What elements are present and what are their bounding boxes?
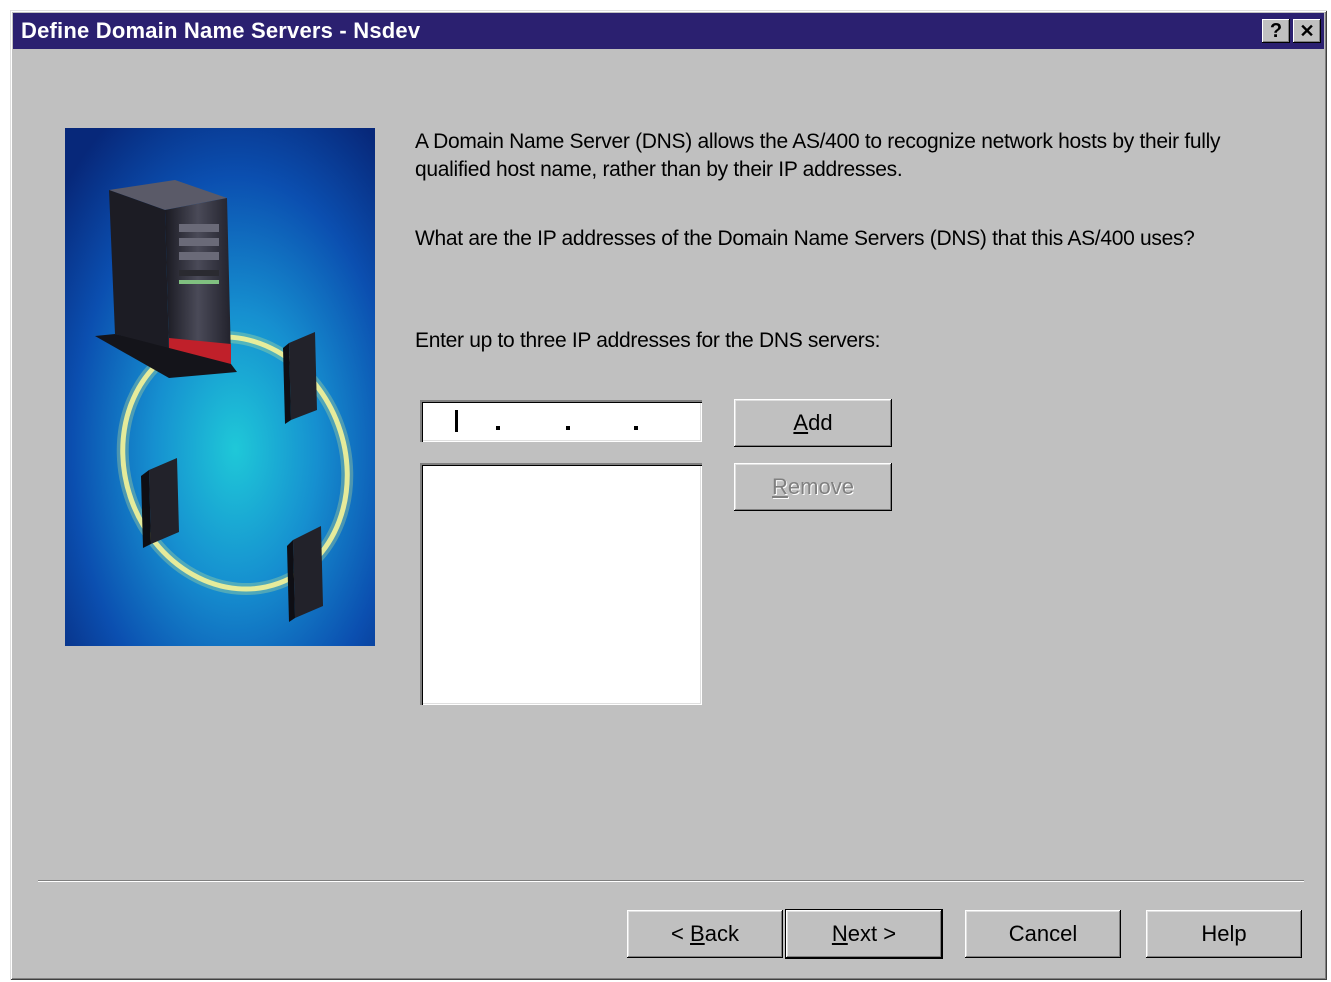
text-caret [455,410,458,432]
cancel-button[interactable]: Cancel [965,910,1121,958]
octet-separator [496,426,500,430]
window-title: Define Domain Name Servers - Nsdev [21,18,421,43]
octet-separator [634,426,638,430]
next-button-label: ext > [847,921,897,946]
back-button[interactable]: < Back [627,910,783,958]
remove-button-mnemonic: R [772,474,788,499]
next-button-mnemonic: N [831,921,848,946]
footer-separator [38,880,1304,882]
back-button-mnemonic: B [690,921,705,946]
ip-address-input[interactable] [420,400,702,442]
dialog-window: Define Domain Name Servers - Nsdev ? ✕ A… [10,10,1327,980]
remove-button[interactable]: Remove [734,463,892,511]
add-button-label: dd [808,410,833,435]
add-button[interactable]: Add [734,399,892,447]
remove-button-label: emove [787,474,854,499]
question-text: What are the IP addresses of the Domain … [415,227,1195,250]
close-icon[interactable]: ✕ [1293,19,1321,43]
next-button[interactable]: Next > [786,910,942,958]
back-button-prefix: < [671,921,691,946]
octet-separator [566,426,570,430]
server-network-illustration [65,128,375,646]
instruction-text: Enter up to three IP addresses for the D… [415,329,881,352]
intro-text: A Domain Name Server (DNS) allows the AS… [415,130,1221,181]
back-button-label: ack [704,921,739,946]
help-button[interactable]: Help [1146,910,1302,958]
add-button-mnemonic: A [793,410,809,435]
title-bar: Define Domain Name Servers - Nsdev ? ✕ [13,13,1324,49]
help-icon[interactable]: ? [1262,19,1290,43]
dns-server-list[interactable] [420,463,702,705]
